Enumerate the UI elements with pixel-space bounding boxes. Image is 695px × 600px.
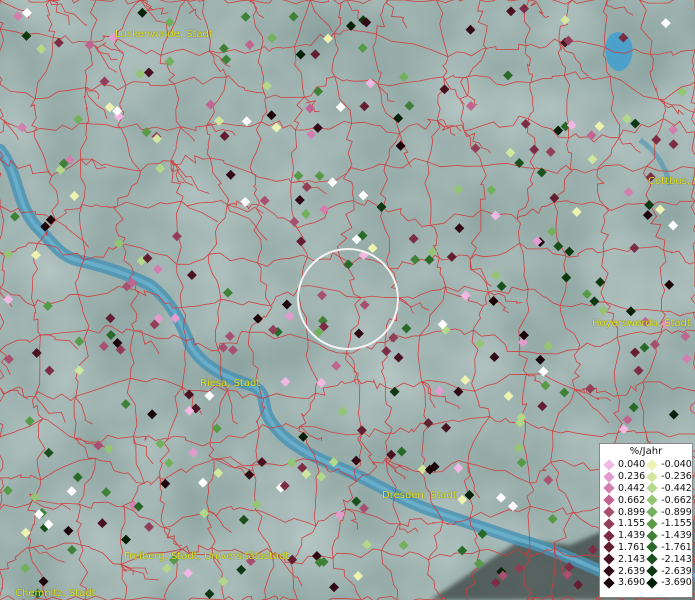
legend-entry-negative: -0.662 bbox=[645, 494, 692, 506]
legend-row: 1.761 -1.761 bbox=[602, 541, 692, 554]
legend-entry-positive: 0.236 bbox=[602, 471, 646, 483]
legend-entry-negative: -0.040 bbox=[645, 459, 692, 471]
legend-value: -1.155 bbox=[661, 518, 692, 530]
legend-swatch bbox=[646, 518, 658, 530]
city-label-freiberg: Freiberg, Stadt, Universitätsstadt bbox=[124, 551, 290, 562]
legend-value: 3.690 bbox=[618, 577, 646, 589]
legend-entry-positive: 0.040 bbox=[602, 459, 646, 471]
legend-entry-positive: 1.439 bbox=[602, 530, 646, 542]
legend-entry-positive: 0.662 bbox=[602, 494, 646, 506]
legend-value: -0.442 bbox=[661, 482, 692, 494]
legend-row: 3.690 -3.690 bbox=[602, 577, 692, 589]
legend-swatch bbox=[646, 553, 658, 565]
legend-row: 0.236 -0.236 bbox=[602, 471, 692, 483]
legend-entry-positive: 1.761 bbox=[602, 541, 646, 554]
legend-value: 0.236 bbox=[618, 471, 646, 483]
legend-entry-negative: -2.143 bbox=[645, 553, 692, 565]
legend-swatch bbox=[603, 577, 615, 589]
legend-swatch bbox=[646, 482, 658, 495]
legend-entry-positive: 3.690 bbox=[602, 577, 646, 589]
legend-entry-positive: 2.639 bbox=[602, 565, 646, 577]
legend-entry-negative: -0.442 bbox=[645, 482, 692, 495]
legend-row: 0.442 -0.442 bbox=[602, 482, 692, 495]
legend-swatch bbox=[603, 565, 615, 577]
legend-swatch bbox=[603, 530, 615, 542]
legend-value: 0.662 bbox=[618, 494, 646, 506]
legend-value: 2.143 bbox=[618, 553, 646, 565]
legend-swatch bbox=[603, 494, 615, 506]
legend-swatch bbox=[603, 553, 615, 565]
city-label-chemnitz: Chemnitz, Stadt bbox=[15, 588, 96, 599]
legend-entry-positive: 2.143 bbox=[602, 553, 646, 565]
legend-value: -0.899 bbox=[661, 506, 692, 518]
legend-rows: 0.040 -0.040 0.236 -0.236 0.442 -0.442 0.662 -0… bbox=[602, 459, 692, 589]
legend-entry-positive: 0.899 bbox=[602, 506, 646, 518]
city-label-luckenwalde: Luckenwalde, Stadt bbox=[115, 29, 213, 40]
legend-entry-negative: -1.439 bbox=[645, 530, 692, 542]
legend-value: 1.155 bbox=[618, 518, 646, 530]
legend-swatch bbox=[646, 459, 658, 471]
legend-entry-negative: -1.155 bbox=[645, 518, 692, 530]
legend-swatch bbox=[646, 530, 658, 542]
map-canvas[interactable] bbox=[0, 0, 695, 600]
legend-value: -0.662 bbox=[661, 494, 692, 506]
legend-value: 1.761 bbox=[618, 541, 646, 553]
legend-entry-negative: -3.690 bbox=[645, 577, 692, 589]
legend-value: 2.639 bbox=[618, 565, 646, 577]
legend-entry-positive: 0.442 bbox=[602, 482, 646, 495]
legend-swatch bbox=[646, 565, 658, 577]
legend-value: -1.439 bbox=[661, 530, 692, 542]
legend-entry-negative: -2.639 bbox=[645, 565, 692, 577]
legend-value: 0.899 bbox=[618, 506, 646, 518]
city-label-cottbus: Cottbus, S bbox=[648, 176, 695, 187]
legend-value: 1.439 bbox=[618, 530, 646, 542]
legend-entry-positive: 1.155 bbox=[602, 518, 646, 530]
legend-value: -1.761 bbox=[661, 541, 692, 553]
legend-swatch bbox=[603, 471, 615, 483]
legend-row: 2.639 -2.639 bbox=[602, 565, 692, 577]
legend-swatch bbox=[603, 506, 615, 518]
legend-row: 0.662 -0.662 bbox=[602, 494, 692, 506]
legend-swatch bbox=[646, 506, 658, 518]
legend-swatch bbox=[603, 518, 615, 530]
map-legend: %/Jahr 0.040 -0.040 0.236 -0.236 0.442 -0.442… bbox=[599, 443, 693, 598]
legend-swatch bbox=[646, 494, 658, 506]
city-label-riesa: Riesa, Stadt bbox=[200, 378, 261, 389]
legend-swatch bbox=[603, 482, 615, 495]
legend-row: 2.143 -2.143 bbox=[602, 553, 692, 565]
legend-row: 1.155 -1.155 bbox=[602, 518, 692, 530]
legend-value: -0.236 bbox=[661, 471, 692, 483]
legend-swatch bbox=[646, 471, 658, 483]
legend-swatch bbox=[646, 541, 658, 554]
legend-row: 0.899 -0.899 bbox=[602, 506, 692, 518]
legend-swatch bbox=[603, 541, 615, 554]
legend-swatch bbox=[646, 577, 658, 589]
city-label-dresden: Dresden, Stadt bbox=[382, 490, 457, 501]
legend-value: -2.143 bbox=[661, 553, 692, 565]
legend-swatch bbox=[603, 459, 615, 471]
legend-value: -0.040 bbox=[661, 459, 692, 471]
legend-value: 0.442 bbox=[618, 482, 646, 494]
legend-entry-negative: -0.236 bbox=[645, 471, 692, 483]
legend-title: %/Jahr bbox=[629, 446, 663, 457]
legend-value: -3.690 bbox=[661, 577, 692, 589]
legend-row: 1.439 -1.439 bbox=[602, 530, 692, 542]
city-label-hoyerswerda: Hoyerswerda, Stadt bbox=[592, 318, 691, 329]
legend-row: 0.040 -0.040 bbox=[602, 459, 692, 471]
legend-value: 0.040 bbox=[618, 459, 646, 471]
legend-entry-negative: -1.761 bbox=[645, 541, 692, 554]
legend-entry-negative: -0.899 bbox=[645, 506, 692, 518]
legend-value: -2.639 bbox=[661, 565, 692, 577]
